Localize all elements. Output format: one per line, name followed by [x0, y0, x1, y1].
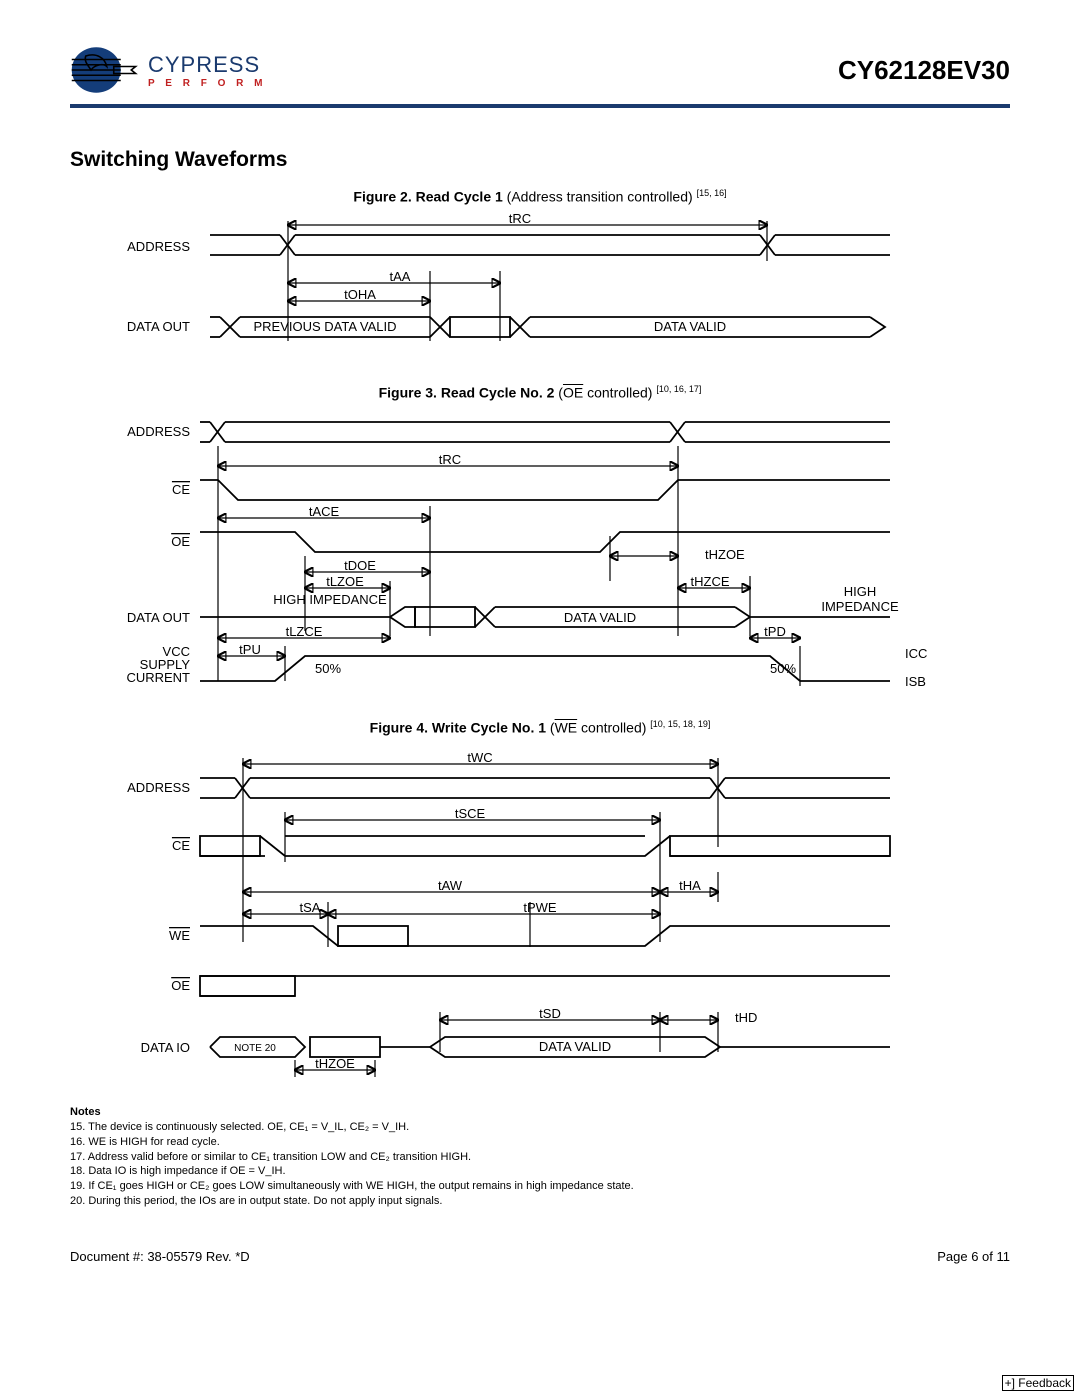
section-title: Switching Waveforms — [70, 148, 1010, 172]
fig4-cap-we: WE — [555, 720, 578, 736]
fig3-icc: ICC — [905, 646, 927, 661]
fig4-tsa: tSA — [300, 900, 321, 915]
fig3-trc: tRC — [439, 452, 461, 467]
fig3-vcc3: CURRENT — [126, 670, 190, 685]
fig2-caption-rest: (Address transition controlled) — [503, 189, 697, 205]
note-18: 18. Data IO is high impedance if OE = V_… — [70, 1165, 286, 1177]
brand-name: CYPRESS — [148, 52, 267, 78]
fig4-twc: tWC — [467, 750, 492, 765]
header: CYPRESS P E R F O R M CY62128EV30 — [70, 40, 1010, 100]
fig2-taa: tAA — [390, 269, 411, 284]
notes-heading: Notes — [70, 1106, 101, 1118]
globe-icon — [70, 40, 140, 100]
fig3-50a: 50% — [315, 661, 341, 676]
feedback-button[interactable]: +] Feedback — [1002, 1375, 1074, 1391]
notes-block: Notes 15. The device is continuously sel… — [70, 1105, 1010, 1209]
fig2-prev: PREVIOUS DATA VALID — [253, 319, 396, 334]
fig4-caption: Figure 4. Write Cycle No. 1 (WE controll… — [70, 719, 1010, 736]
fig3-hiz2b: IMPEDANCE — [821, 599, 899, 614]
fig4-ce-label: CE — [172, 838, 190, 853]
fig2-dout-label: DATA OUT — [127, 319, 190, 334]
fig3-ce-label: CE — [172, 482, 190, 497]
fig2-valid: DATA VALID — [654, 319, 726, 334]
fig3-hiz: HIGH IMPEDANCE — [273, 592, 387, 607]
fig2-toha: tOHA — [344, 287, 376, 302]
part-number: CY62128EV30 — [838, 55, 1010, 86]
fig3-tlzce: tLZCE — [286, 624, 323, 639]
fig4-caption-bold: Figure 4. Write Cycle No. 1 — [370, 720, 546, 736]
fig4-oe-label: OE — [171, 978, 190, 993]
fig4-taw: tAW — [438, 878, 463, 893]
fig3-dout-label: DATA OUT — [127, 610, 190, 625]
fig3-hiz2a: HIGH — [844, 584, 877, 599]
fig3-isb: ISB — [905, 674, 926, 689]
fig3-tpu: tPU — [239, 642, 261, 657]
fig3-tace: tACE — [309, 504, 340, 519]
fig4-cap-pre: ( — [546, 720, 555, 736]
fig2-caption-bold: Figure 2. Read Cycle 1 — [353, 189, 502, 205]
fig4-tsd: tSD — [539, 1006, 561, 1021]
fig3-tlzoe: tLZOE — [326, 574, 364, 589]
fig2-trc: tRC — [509, 211, 531, 226]
fig3-thzce: tHZCE — [691, 574, 730, 589]
fig3-caption-bold: Figure 3. Read Cycle No. 2 — [379, 384, 555, 400]
fig3-thzoe: tHZOE — [705, 547, 745, 562]
page-number: Page 6 of 11 — [937, 1249, 1010, 1264]
fig3-caption: Figure 3. Read Cycle No. 2 (OE controlle… — [70, 384, 1010, 401]
fig4-tha: tHA — [679, 878, 701, 893]
fig3-tpd: tPD — [764, 624, 786, 639]
fig2-refs: [15, 16] — [697, 188, 727, 198]
fig4-we-label: WE — [169, 928, 190, 943]
fig3-50b: 50% — [770, 661, 796, 676]
fig2-addr-label: ADDRESS — [127, 239, 190, 254]
doc-number: Document #: 38-05579 Rev. *D — [70, 1249, 250, 1264]
fig3-cap-post: controlled) — [583, 384, 656, 400]
fig2-diagram: ADDRESS tRC tAA tOHA DATA OUT PREVIOUS D… — [70, 211, 1010, 366]
fig3-oe-label: OE — [171, 534, 190, 549]
fig4-refs: [10, 15, 18, 19] — [650, 719, 710, 729]
fig4-dv: DATA VALID — [539, 1039, 611, 1054]
note-16: 16. WE is HIGH for read cycle. — [70, 1136, 220, 1148]
footer: Document #: 38-05579 Rev. *D Page 6 of 1… — [70, 1249, 1010, 1264]
fig3-dv: DATA VALID — [564, 610, 636, 625]
fig3-refs: [10, 16, 17] — [656, 384, 701, 394]
fig3-tdoe: tDOE — [344, 558, 376, 573]
note-20: 20. During this period, the IOs are in o… — [70, 1195, 442, 1207]
fig4-thd: tHD — [735, 1010, 757, 1025]
fig4-cap-post: controlled) — [577, 720, 650, 736]
fig2-caption: Figure 2. Read Cycle 1 (Address transiti… — [70, 188, 1010, 205]
fig4-thzoe: tHZOE — [315, 1056, 355, 1071]
note-19: 19. If CE₁ goes HIGH or CE₂ goes LOW sim… — [70, 1180, 634, 1192]
fig4-diagram: ADDRESS tWC tSCE CE tAW tHA tSA tPWE WE … — [70, 742, 1010, 1087]
fig4-tpwe: tPWE — [523, 900, 557, 915]
fig3-diagram: ADDRESS tRC CE tACE OE tHZOE tDOE tLZOE … — [70, 406, 1010, 701]
header-rule — [70, 104, 1010, 108]
fig3-cap-pre: ( — [554, 384, 563, 400]
fig4-dio-label: DATA IO — [141, 1040, 190, 1055]
logo-text: CYPRESS P E R F O R M — [148, 52, 267, 89]
fig4-tsce: tSCE — [455, 806, 486, 821]
fig3-cap-oe: OE — [563, 384, 583, 400]
fig4-addr-label: ADDRESS — [127, 780, 190, 795]
fig4-note20: NOTE 20 — [234, 1043, 276, 1054]
logo-block: CYPRESS P E R F O R M — [70, 40, 267, 100]
brand-tagline: P E R F O R M — [148, 78, 267, 89]
note-17: 17. Address valid before or similar to C… — [70, 1151, 471, 1163]
fig3-addr-label: ADDRESS — [127, 424, 190, 439]
note-15: 15. The device is continuously selected.… — [70, 1121, 409, 1133]
